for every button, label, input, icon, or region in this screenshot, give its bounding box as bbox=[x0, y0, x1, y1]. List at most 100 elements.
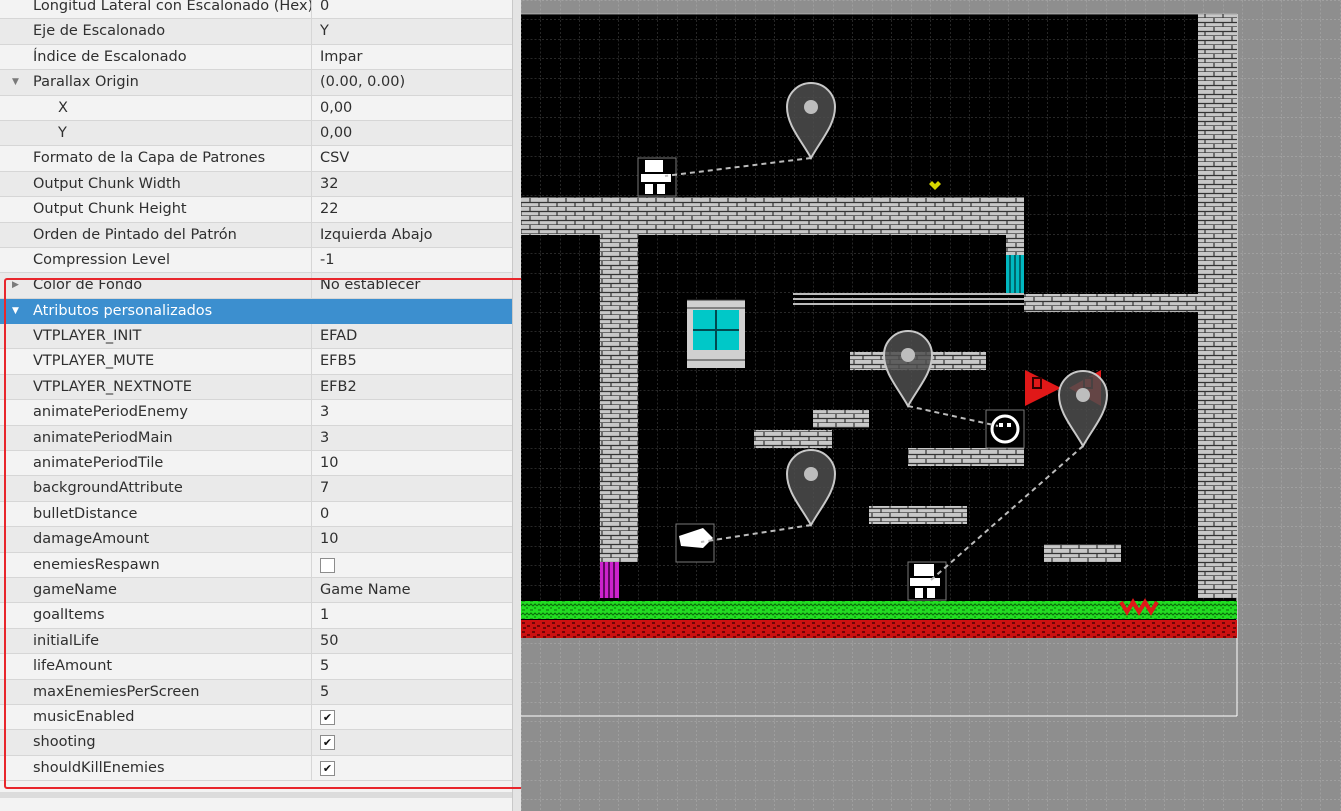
property-checkbox[interactable]: ✔ bbox=[320, 735, 335, 751]
property-row[interactable]: goalItems 1 bbox=[0, 603, 512, 629]
properties-splitter[interactable] bbox=[512, 0, 521, 811]
brick-platform bbox=[813, 410, 869, 428]
property-row[interactable]: enemiesRespawn bbox=[0, 552, 512, 578]
property-row[interactable]: damageAmount 10 bbox=[0, 527, 512, 553]
property-row[interactable]: animatePeriodMain 3 bbox=[0, 425, 512, 452]
property-value[interactable]: EFB5 bbox=[313, 349, 512, 373]
property-key: musicEnabled bbox=[0, 704, 312, 730]
map-canvas[interactable] bbox=[521, 0, 1341, 811]
property-key: Eje de Escalonado bbox=[0, 19, 312, 44]
property-row[interactable]: VTPLAYER_INIT EFAD bbox=[0, 324, 512, 350]
property-value[interactable]: Game Name bbox=[313, 578, 512, 602]
enemy-sprite-runner bbox=[907, 561, 947, 601]
property-value[interactable]: Izquierda Abajo bbox=[313, 223, 512, 247]
property-key: Compression Level bbox=[0, 247, 312, 273]
property-key: Parallax Origin bbox=[0, 70, 312, 95]
property-row[interactable]: bulletDistance 0 bbox=[0, 501, 512, 528]
property-value[interactable]: 0,00 bbox=[313, 121, 512, 145]
property-value[interactable]: EFB2 bbox=[313, 375, 512, 399]
property-row[interactable]: backgroundAttribute 7 bbox=[0, 476, 512, 502]
property-value[interactable]: 22 bbox=[313, 197, 512, 221]
property-row[interactable]: ▼ Parallax Origin (0.00, 0.00) bbox=[0, 70, 512, 96]
property-value[interactable]: 32 bbox=[313, 172, 512, 196]
property-key: X bbox=[0, 95, 312, 120]
property-row[interactable]: maxEnemiesPerScreen 5 bbox=[0, 679, 512, 705]
property-key: Output Chunk Width bbox=[0, 171, 312, 197]
property-row[interactable]: Orden de Pintado del Patrón Izquierda Aba… bbox=[0, 222, 512, 248]
property-value[interactable]: 7 bbox=[313, 476, 512, 500]
property-row[interactable]: Eje de Escalonado Y bbox=[0, 19, 512, 45]
brick-ledge-top bbox=[521, 197, 1024, 235]
property-value[interactable]: 0,00 bbox=[313, 96, 512, 120]
brick-platform bbox=[754, 430, 832, 448]
property-key: animatePeriodMain bbox=[0, 425, 312, 451]
property-row[interactable]: Y 0,00 bbox=[0, 120, 512, 147]
property-value[interactable]: 0 bbox=[313, 502, 512, 526]
property-checkbox[interactable]: ✔ bbox=[320, 709, 335, 725]
property-value[interactable]: EFAD bbox=[313, 324, 512, 348]
property-value[interactable]: 1 bbox=[313, 603, 512, 627]
property-row[interactable]: ▼ Atributos personalizados bbox=[0, 298, 512, 325]
property-checkbox[interactable] bbox=[320, 557, 335, 573]
property-row[interactable]: Longitud Lateral con Escalonado (Hex) 0 bbox=[0, 0, 512, 20]
property-value[interactable]: 10 bbox=[313, 527, 512, 551]
property-row[interactable]: animatePeriodEnemy 3 bbox=[0, 400, 512, 426]
property-key: Índice de Escalonado bbox=[0, 44, 312, 70]
property-value[interactable]: 50 bbox=[313, 629, 512, 653]
property-key: Output Chunk Height bbox=[0, 197, 312, 222]
property-row[interactable]: shooting ✔ bbox=[0, 730, 512, 756]
properties-horizontal-scrollbar[interactable] bbox=[0, 792, 512, 798]
property-row[interactable]: musicEnabled ✔ bbox=[0, 704, 512, 731]
property-key: maxEnemiesPerScreen bbox=[0, 679, 312, 704]
property-key: damageAmount bbox=[0, 527, 312, 552]
brick-platform bbox=[1044, 544, 1121, 562]
property-value[interactable]: -1 bbox=[313, 248, 512, 272]
property-key: animatePeriodTile bbox=[0, 451, 312, 476]
property-value[interactable]: (0.00, 0.00) bbox=[313, 70, 512, 94]
property-row[interactable]: Compression Level -1 bbox=[0, 247, 512, 274]
property-value[interactable]: 3 bbox=[313, 426, 512, 450]
property-key: enemiesRespawn bbox=[0, 552, 312, 577]
property-value[interactable]: 3 bbox=[313, 400, 512, 424]
property-checkbox[interactable]: ✔ bbox=[320, 760, 335, 776]
property-row[interactable]: Índice de Escalonado Impar bbox=[0, 44, 512, 71]
property-row[interactable]: initialLife 50 bbox=[0, 628, 512, 655]
brick-wall-right bbox=[1198, 14, 1237, 598]
property-row[interactable]: lifeAmount 5 bbox=[0, 654, 512, 680]
property-row[interactable]: Output Chunk Height 22 bbox=[0, 197, 512, 223]
property-key: Orden de Pintado del Patrón bbox=[0, 222, 312, 247]
property-key: Y bbox=[0, 120, 312, 146]
brick-platform bbox=[908, 448, 1024, 466]
enemy-sprite-skull bbox=[985, 409, 1025, 449]
property-key: gameName bbox=[0, 577, 312, 603]
window-tile bbox=[687, 299, 745, 368]
property-value[interactable]: Y bbox=[313, 19, 512, 43]
property-value[interactable]: 5 bbox=[313, 654, 512, 678]
property-key: VTPLAYER_MUTE bbox=[0, 349, 312, 374]
property-row[interactable]: VTPLAYER_MUTE EFB5 bbox=[0, 349, 512, 375]
property-value[interactable]: CSV bbox=[313, 146, 512, 170]
property-key: shooting bbox=[0, 730, 312, 755]
property-key: goalItems bbox=[0, 603, 312, 628]
property-value[interactable]: Impar bbox=[313, 45, 512, 69]
property-key: backgroundAttribute bbox=[0, 476, 312, 501]
lava-strip bbox=[521, 620, 1237, 638]
magenta-door bbox=[600, 562, 619, 598]
property-row[interactable]: ▶ Color de Fondo No establecer bbox=[0, 273, 512, 299]
property-row[interactable]: gameName Game Name bbox=[0, 577, 512, 604]
property-row[interactable]: Output Chunk Width 32 bbox=[0, 171, 512, 198]
property-value[interactable]: 10 bbox=[313, 451, 512, 475]
property-value[interactable]: No establecer bbox=[313, 273, 512, 297]
property-value[interactable] bbox=[313, 299, 512, 323]
property-value[interactable]: 0 bbox=[313, 0, 512, 18]
property-row[interactable]: animatePeriodTile 10 bbox=[0, 451, 512, 477]
brick-column-left bbox=[600, 235, 638, 562]
property-row[interactable]: X 0,00 bbox=[0, 95, 512, 121]
property-row[interactable]: shouldKillEnemies ✔ bbox=[0, 755, 512, 782]
brick-ledge-right bbox=[1024, 294, 1198, 312]
property-row[interactable]: VTPLAYER_NEXTNOTE EFB2 bbox=[0, 374, 512, 401]
property-value[interactable]: 5 bbox=[313, 680, 512, 704]
properties-panel: Longitud Lateral con Escalonado (Hex) 0 Ej… bbox=[0, 0, 512, 811]
property-key: Atributos personalizados bbox=[33, 302, 213, 319]
property-row[interactable]: Formato de la Capa de Patrones CSV bbox=[0, 146, 512, 172]
